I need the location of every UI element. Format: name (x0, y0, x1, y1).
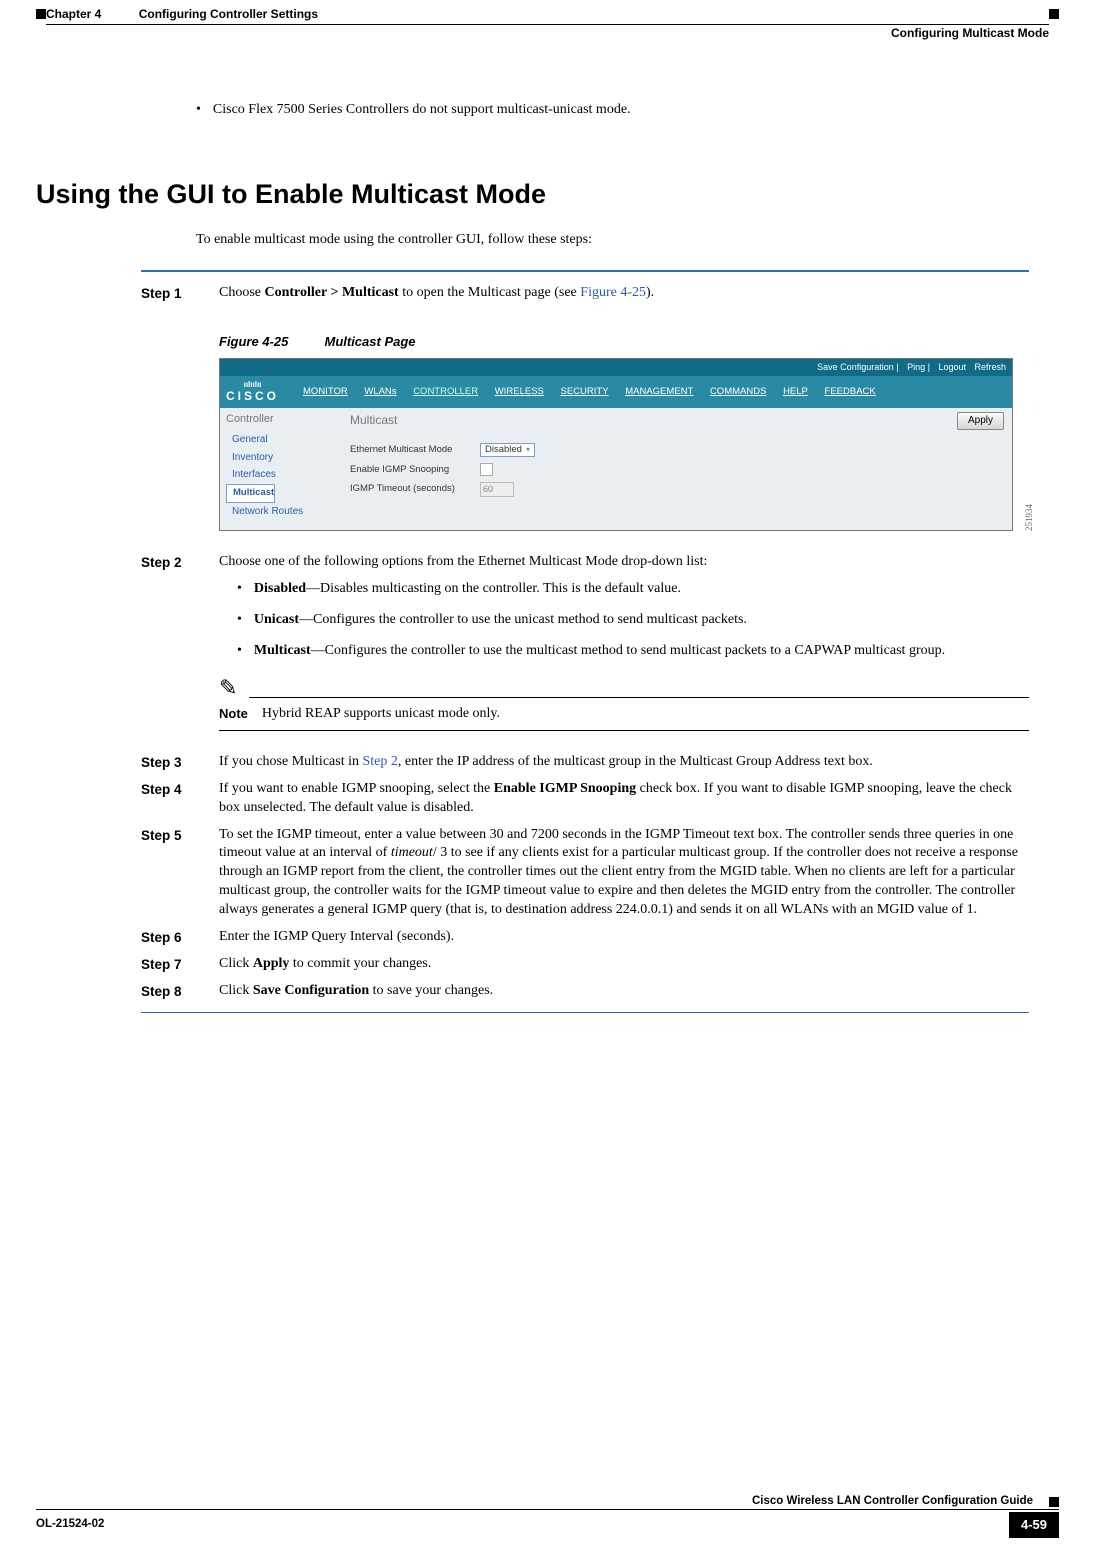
gui-menu-commands[interactable]: COMMANDS (710, 386, 766, 397)
gui-menu-controller[interactable]: CONTROLLER (413, 386, 478, 397)
step-row: Step 6 Enter the IGMP Query Interval (se… (141, 928, 1029, 947)
step-row: Step 2 Choose one of the following optio… (141, 553, 1029, 738)
gui-igmp-timeout-input[interactable]: 60 (480, 482, 514, 496)
step-label: Step 2 (141, 553, 219, 738)
chevron-down-icon: ▾ (526, 445, 530, 456)
step-row: Step 8 Click Save Configuration to save … (141, 982, 1029, 1001)
step-label: Step 4 (141, 780, 219, 818)
gui-page-title: Multicast (350, 412, 1004, 428)
footer-ornament (1049, 1497, 1059, 1507)
gui-igmp-snooping-checkbox[interactable] (480, 463, 493, 476)
step-body: To set the IGMP timeout, enter a value b… (219, 826, 1029, 920)
gui-figure: Save Configuration | Ping | Logout Refre… (219, 358, 1013, 531)
chapter-number: Chapter 4 (46, 7, 101, 21)
gui-menu-wlans[interactable]: WLANs (364, 386, 396, 397)
step-body: Choose one of the following options from… (219, 553, 1029, 738)
note-rule (219, 730, 1029, 731)
step-rule (141, 1012, 1029, 1013)
step-row: Step 7 Click Apply to commit your change… (141, 955, 1029, 974)
gui-main: Multicast Apply Ethernet Multicast Mode … (340, 408, 1012, 530)
section-heading: Using the GUI to Enable Multicast Mode (36, 176, 1029, 212)
gui-menu-monitor[interactable]: MONITOR (303, 386, 348, 397)
section-title: Configuring Multicast Mode (891, 25, 1049, 41)
gui-logout-link[interactable]: Logout (938, 362, 966, 372)
gui-refresh-link[interactable]: Refresh (974, 362, 1006, 372)
step-row: Step 5 To set the IGMP timeout, enter a … (141, 826, 1029, 920)
gui-menu-wireless[interactable]: WIRELESS (495, 386, 544, 397)
gui-apply-button[interactable]: Apply (957, 412, 1004, 430)
footer-doc-id: OL-21524-02 (36, 1517, 104, 1533)
step-label: Step 1 (141, 284, 219, 303)
gui-row-igmp-timeout: IGMP Timeout (seconds) 60 (350, 482, 1004, 496)
step-row: Step 1 Choose Controller > Multicast to … (141, 284, 1029, 303)
footer-rule (36, 1509, 1059, 1510)
figure-caption: Figure 4-25 Multicast Page Save Configur… (141, 311, 1029, 531)
gui-row-igmp-snooping: Enable IGMP Snooping (350, 463, 1004, 476)
step-body: If you chose Multicast in Step 2, enter … (219, 753, 1029, 772)
step-label: Step 7 (141, 955, 219, 974)
gui-side-general[interactable]: General (226, 431, 334, 449)
step-label: Step 3 (141, 753, 219, 772)
gui-side-inventory[interactable]: Inventory (226, 449, 334, 467)
bullet-icon: • (237, 580, 242, 599)
step-label: Step 5 (141, 826, 219, 920)
step-row: Step 4 If you want to enable IGMP snoopi… (141, 780, 1029, 818)
bullet-icon: • (237, 642, 242, 661)
gui-sidebar: Controller General Inventory Interfaces … (220, 408, 340, 530)
gui-menu-management[interactable]: MANAGEMENT (625, 386, 693, 397)
figure-id-code: 251934 (1023, 504, 1035, 531)
gui-label: IGMP Timeout (seconds) (350, 483, 480, 496)
gui-ping-link[interactable]: Ping (907, 362, 925, 372)
figure-title: Multicast Page (324, 334, 415, 349)
step-body: Click Save Configuration to save your ch… (219, 982, 1029, 1001)
note-text: Hybrid REAP supports unicast mode only. (262, 705, 1029, 724)
figure-link[interactable]: Figure 4-25 (580, 285, 646, 300)
gui-menu-bar: ıılıılıı CISCO MONITOR WLANs CONTROLLER … (220, 376, 1012, 409)
header-ornament (1049, 9, 1059, 19)
note-label: Note (219, 705, 248, 724)
gui-ethernet-mode-select[interactable]: Disabled▾ (480, 443, 535, 458)
chapter-title: Configuring Controller Settings (105, 7, 318, 21)
note-icon: ✎ (219, 677, 249, 701)
gui-menu-feedback[interactable]: FEEDBACK (825, 386, 876, 397)
step-row: Step 3 If you chose Multicast in Step 2,… (141, 753, 1029, 772)
step-label: Step 6 (141, 928, 219, 947)
step-body: Click Apply to commit your changes. (219, 955, 1029, 974)
gui-sidebar-header: Controller (226, 412, 334, 427)
step-body: Enter the IGMP Query Interval (seconds). (219, 928, 1029, 947)
gui-menu-help[interactable]: HELP (783, 386, 808, 397)
gui-label: Enable IGMP Snooping (350, 464, 480, 477)
gui-side-multicast[interactable]: Multicast (226, 484, 275, 503)
figure-number: Figure 4-25 (219, 334, 288, 349)
gui-side-interfaces[interactable]: Interfaces (226, 466, 334, 484)
bullet-text: Cisco Flex 7500 Series Controllers do no… (213, 101, 1029, 120)
note-rule (249, 697, 1029, 698)
step-label: Step 8 (141, 982, 219, 1001)
gui-row-ethernet-mode: Ethernet Multicast Mode Disabled▾ (350, 443, 1004, 458)
bullet-icon: • (237, 611, 242, 630)
header-ornament (36, 9, 46, 19)
gui-menu-security[interactable]: SECURITY (561, 386, 609, 397)
step-body: Choose Controller > Multicast to open th… (219, 284, 1029, 303)
list-item: • Unicast—Configures the controller to u… (237, 611, 1029, 630)
footer-guide-title: Cisco Wireless LAN Controller Configurat… (752, 1494, 1033, 1510)
gui-utility-bar: Save Configuration | Ping | Logout Refre… (220, 359, 1012, 375)
gui-label: Ethernet Multicast Mode (350, 444, 480, 457)
page-number: 4-59 (1009, 1512, 1059, 1538)
gui-side-network-routes[interactable]: Network Routes (226, 503, 334, 521)
list-item: • Disabled—Disables multicasting on the … (237, 580, 1029, 599)
list-item: • Multicast—Configures the controller to… (237, 642, 1029, 661)
cisco-logo: ıılıılıı CISCO (226, 380, 289, 405)
gui-save-config-link[interactable]: Save Configuration (817, 362, 894, 372)
step-body: If you want to enable IGMP snooping, sel… (219, 780, 1029, 818)
note-block: ✎ Note Hybrid REAP supports unicast mode… (219, 677, 1029, 731)
list-item: • Cisco Flex 7500 Series Controllers do … (196, 101, 1029, 120)
step-crossref-link[interactable]: Step 2 (362, 754, 397, 769)
step-rule (141, 270, 1029, 272)
intro-paragraph: To enable multicast mode using the contr… (196, 231, 1029, 250)
bullet-icon: • (196, 101, 201, 120)
